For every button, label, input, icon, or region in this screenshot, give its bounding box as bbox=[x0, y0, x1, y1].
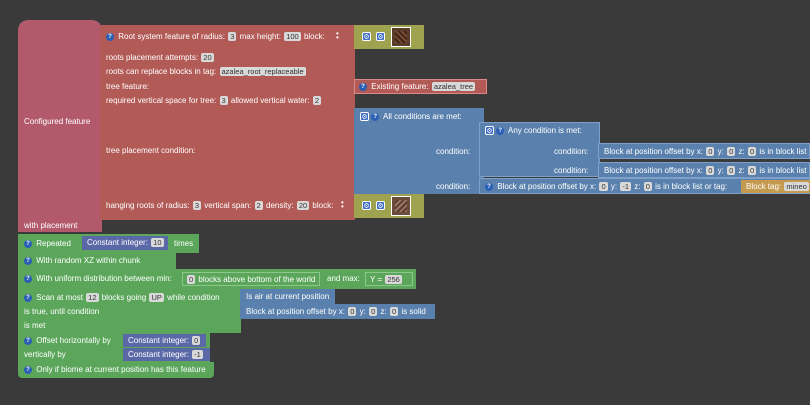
gear-icon[interactable]: ⚙ bbox=[376, 201, 385, 210]
is-air-condition[interactable]: Is air at current position bbox=[240, 289, 335, 304]
replace-tag-row: roots can replace blocks in tag: azalea_… bbox=[106, 67, 306, 76]
hanging-block-tile[interactable]: ⚙ ⚙ bbox=[354, 194, 424, 218]
more-vertical-icon[interactable]: • • bbox=[336, 30, 340, 42]
random-xz-placement[interactable]: ? With random XZ within chunk bbox=[18, 253, 176, 269]
max-anchor-block[interactable]: Y = 256 bbox=[365, 272, 413, 286]
more-vertical-icon[interactable]: • • bbox=[341, 199, 345, 211]
gear-icon[interactable]: ⚙ bbox=[362, 32, 371, 41]
help-icon[interactable]: ? bbox=[371, 112, 380, 121]
gear-icon[interactable]: ⚙ bbox=[360, 112, 369, 122]
condition-label: condition: bbox=[436, 147, 471, 156]
block-tag-block[interactable]: Block tag: mineo bbox=[741, 180, 810, 193]
existing-feature-field[interactable]: azalea_tree bbox=[431, 82, 476, 91]
block-tag-field[interactable]: mineo bbox=[784, 182, 809, 191]
attempts-field[interactable]: 20 bbox=[201, 53, 214, 62]
is-solid-condition[interactable]: Block at position offset by x: 0 y: 0 z:… bbox=[240, 304, 435, 319]
gear-icon[interactable]: ⚙ bbox=[376, 32, 385, 41]
vertical-space-field[interactable]: 3 bbox=[219, 96, 228, 105]
uniform-height-placement[interactable]: ? With uniform distribution between min:… bbox=[18, 269, 416, 289]
direction-dropdown[interactable]: UP bbox=[149, 293, 164, 302]
condition-label: condition: bbox=[554, 166, 589, 175]
help-icon[interactable]: ? bbox=[24, 274, 32, 283]
tree-feature-label: tree feature: bbox=[106, 82, 150, 91]
water-field[interactable]: 2 bbox=[312, 96, 322, 105]
min-anchor-block[interactable]: 0 blocks above bottom of the world bbox=[182, 272, 320, 286]
block-offset-condition-1[interactable]: Block at position offset by x: 0 y: 0 z:… bbox=[598, 143, 810, 159]
help-icon[interactable]: ? bbox=[24, 256, 32, 265]
root-block-tile[interactable]: ⚙ ⚙ bbox=[354, 25, 424, 49]
constant-integer-block[interactable]: Constant integer: 10 bbox=[82, 236, 168, 250]
help-icon[interactable]: ? bbox=[24, 293, 32, 302]
help-icon[interactable]: ? bbox=[24, 336, 32, 345]
attempts-row: roots placement attempts: 20 bbox=[106, 53, 214, 62]
replace-tag-field[interactable]: azalea_root_replaceable bbox=[219, 67, 306, 76]
condition-label: condition: bbox=[436, 182, 471, 191]
help-icon[interactable]: ? bbox=[359, 82, 367, 91]
scan-placement[interactable]: ? Scan at most 12 blocks going UP while … bbox=[18, 289, 241, 333]
hanging-roots-row: hanging roots of radius: 3 vertical span… bbox=[106, 201, 334, 210]
constant-integer-block[interactable]: Constant integer: 0 bbox=[123, 334, 206, 347]
condition-label: condition: bbox=[554, 147, 589, 156]
biome-filter-placement[interactable]: ? Only if biome at current position has … bbox=[18, 362, 214, 378]
tree-condition-label: tree placement condition: bbox=[106, 146, 196, 155]
any-condition-header: ⚙ ? Any condition is met: bbox=[485, 126, 582, 136]
help-icon[interactable]: ? bbox=[496, 126, 505, 135]
vertical-space-row: required vertical space for tree: 3 allo… bbox=[106, 96, 322, 105]
help-icon[interactable]: ? bbox=[24, 239, 32, 248]
with-placement-label: with placement bbox=[24, 221, 78, 230]
vertical-span-field[interactable]: 2 bbox=[254, 201, 263, 210]
constant-integer-block[interactable]: Constant integer: -1 bbox=[123, 348, 210, 361]
help-icon[interactable]: ? bbox=[485, 182, 493, 191]
help-icon[interactable]: ? bbox=[106, 32, 114, 41]
max-height-field[interactable]: 100 bbox=[284, 32, 301, 41]
configured-feature-label: Configured feature bbox=[24, 117, 91, 126]
density-field[interactable]: 20 bbox=[296, 201, 310, 210]
block-offset-condition-2[interactable]: Block at position offset by x: 0 y: 0 z:… bbox=[598, 162, 810, 178]
rooted-dirt-icon bbox=[391, 27, 411, 47]
gear-icon[interactable]: ⚙ bbox=[485, 126, 494, 136]
help-icon[interactable]: ? bbox=[24, 365, 32, 374]
radius-field[interactable]: 3 bbox=[228, 32, 237, 41]
existing-feature-block[interactable]: ? Existing feature: azalea_tree bbox=[354, 79, 487, 94]
all-conditions-header: ⚙ ? All conditions are met: bbox=[360, 112, 462, 122]
root-system-header: ? Root system feature of radius: 3 max h… bbox=[106, 32, 325, 42]
hanging-radius-field[interactable]: 3 bbox=[192, 201, 202, 210]
gear-icon[interactable]: ⚙ bbox=[362, 201, 371, 210]
repeated-placement[interactable]: ? Repeated Constant integer: 10 times bbox=[18, 234, 199, 253]
hanging-roots-icon bbox=[391, 196, 411, 216]
